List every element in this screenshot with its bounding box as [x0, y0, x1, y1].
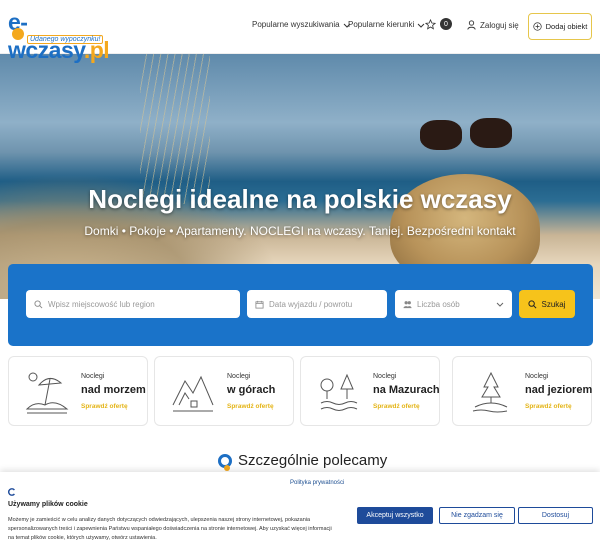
cookie-title: Używamy plików cookie: [8, 501, 88, 508]
page: e-wczasy.pl Udanego wypoczynku! Popularn…: [0, 0, 600, 560]
category-card-sea[interactable]: Noclegi nad morzem Sprawdź ofertę: [8, 356, 148, 426]
category-small-label: Noclegi: [525, 373, 549, 380]
guests-select[interactable]: Liczba osób: [395, 290, 512, 318]
guests-placeholder: Liczba osób: [417, 299, 460, 309]
mountains-icon: [172, 375, 214, 412]
accept-all-button[interactable]: Akceptuj wszystko: [357, 507, 433, 524]
hero-sunglasses-right: [470, 118, 512, 148]
favorites-button[interactable]: 0: [425, 18, 452, 30]
section-title: Szczególnie polecamy: [238, 452, 388, 469]
guests-icon: [403, 300, 412, 308]
nav-label: Popularne wyszukiwania: [252, 20, 340, 29]
lake-trees-icon: [320, 373, 358, 411]
beach-umbrella-icon: [25, 372, 69, 414]
plus-circle-icon: [533, 22, 542, 31]
nav-label: Popularne kierunki: [348, 20, 415, 29]
location-input[interactable]: Wpisz miejscowość lub region: [26, 290, 240, 318]
add-property-label: Dodaj obiekt: [545, 22, 588, 31]
cookie-text: Możemy je zamieścić w celu analizy danyc…: [8, 517, 332, 541]
cookie-banner: Polityka prywatności Używamy plików cook…: [0, 472, 600, 560]
hero-sunglasses-left: [420, 120, 462, 150]
search-icon: [528, 299, 537, 308]
location-placeholder: Wpisz miejscowość lub region: [48, 299, 155, 309]
login-label: Zaloguj się: [480, 20, 519, 30]
calendar-icon: [255, 300, 264, 309]
favorites-count: 0: [440, 18, 452, 30]
category-link[interactable]: Sprawdź ofertę: [227, 403, 274, 410]
lake-island-icon: [472, 371, 508, 413]
dates-placeholder: Data wyjazdu / powrotu: [269, 299, 353, 309]
chevron-down-icon: [496, 302, 504, 307]
category-small-label: Noclegi: [81, 373, 105, 380]
brand-pin-icon: [218, 453, 232, 471]
category-link[interactable]: Sprawdź ofertę: [81, 403, 128, 410]
add-property-button[interactable]: Dodaj obiekt: [528, 13, 592, 40]
category-card-mazury[interactable]: Noclegi na Mazurach Sprawdź ofertę: [300, 356, 440, 426]
cookie-logo-icon: [8, 488, 15, 496]
search-button[interactable]: Szukaj: [519, 290, 575, 318]
category-title: w górach: [227, 384, 276, 396]
dates-input[interactable]: Data wyjazdu / powrotu: [247, 290, 387, 318]
category-small-label: Noclegi: [227, 373, 251, 380]
user-icon: [467, 20, 476, 30]
category-link[interactable]: Sprawdź ofertę: [525, 403, 572, 410]
nav-popular-searches[interactable]: Popularne wyszukiwania: [252, 20, 351, 29]
search-panel: Wpisz miejscowość lub region Data wyjazd…: [8, 264, 593, 346]
privacy-policy-link[interactable]: Polityka prywatności: [290, 480, 344, 486]
category-title: na Mazurach: [373, 384, 440, 396]
nav-popular-destinations[interactable]: Popularne kierunki: [348, 20, 425, 29]
category-card-mountains[interactable]: Noclegi w górach Sprawdź ofertę: [154, 356, 294, 426]
logo-pin-icon: [12, 28, 24, 40]
login-link[interactable]: Zaloguj się: [467, 20, 519, 30]
hero-grass: [140, 54, 210, 204]
category-title: nad jeziorem: [525, 384, 593, 396]
logo-tagline: Udanego wypoczynku!: [27, 35, 104, 44]
category-link[interactable]: Sprawdź ofertę: [373, 403, 420, 410]
search-icon: [34, 299, 43, 308]
search-button-label: Szukaj: [541, 299, 566, 309]
hero-banner: Noclegi idealne na polskie wczasy Domki …: [0, 54, 600, 299]
site-logo[interactable]: e-wczasy.pl Udanego wypoczynku!: [8, 8, 118, 63]
deny-button[interactable]: Nie zgadzam się: [439, 507, 515, 524]
category-small-label: Noclegi: [373, 373, 397, 380]
hero-subtitle: Domki • Pokoje • Apartamenty. NOCLEGI na…: [84, 224, 516, 238]
section-heading: Szczególnie polecamy: [218, 452, 388, 471]
star-icon: [425, 18, 436, 30]
category-card-lake[interactable]: Noclegi nad jeziorem Sprawdź ofertę: [452, 356, 592, 426]
customize-button[interactable]: Dostosuj: [518, 507, 593, 524]
hero-title: Noclegi idealne na polskie wczasy: [88, 184, 512, 214]
category-title: nad morzem: [81, 384, 146, 396]
site-header: e-wczasy.pl Udanego wypoczynku! Popularn…: [0, 0, 600, 63]
